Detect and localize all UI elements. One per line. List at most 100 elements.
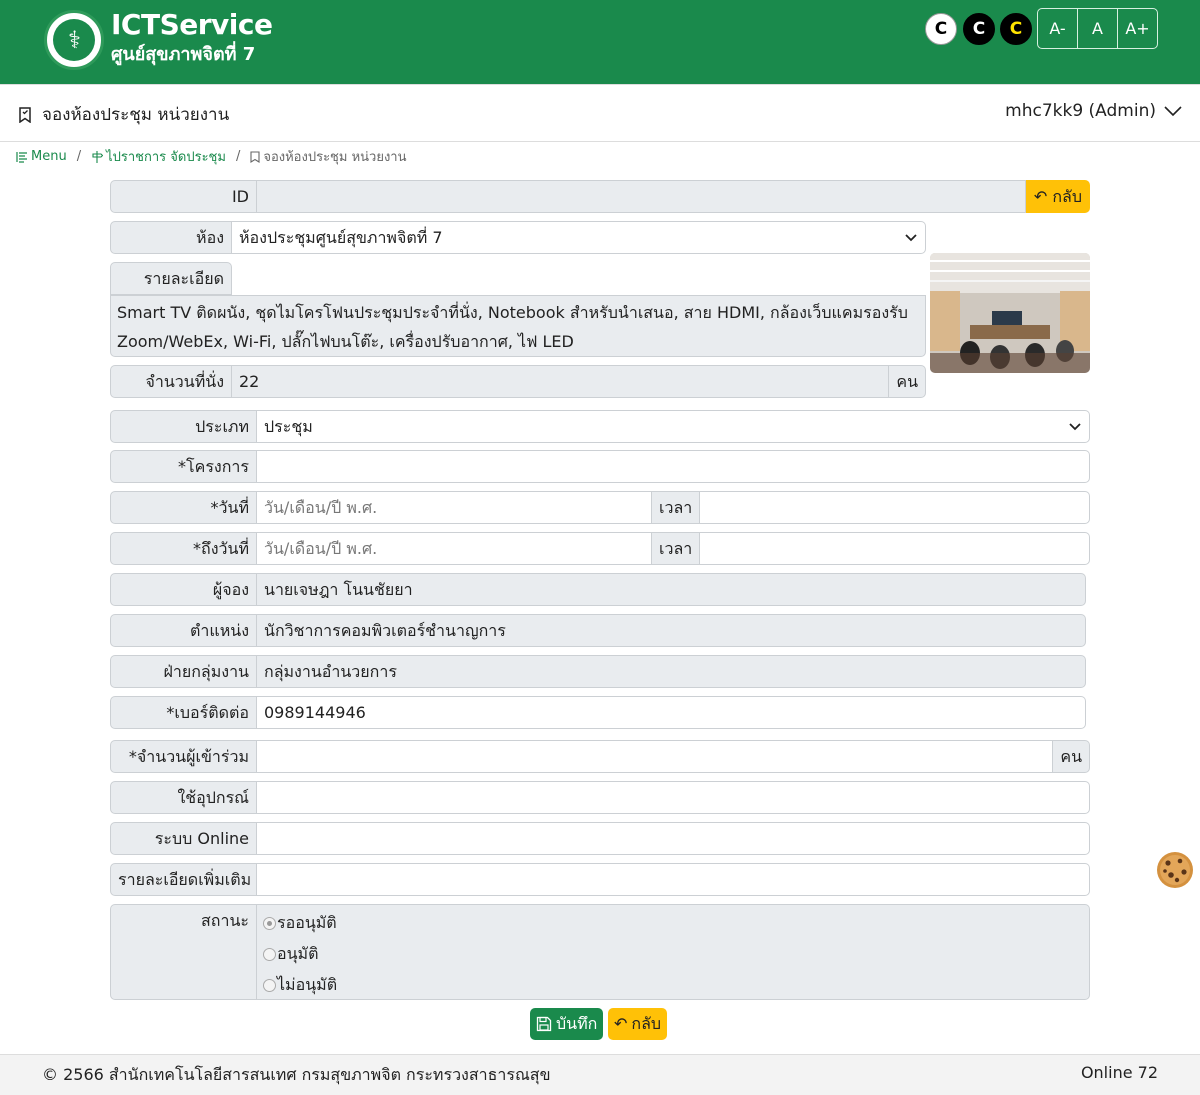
room-row: ห้อง ห้องประชุมศูนย์สุขภาพจิตที่ 7 [110,221,926,254]
chevron-down-icon [1164,106,1182,117]
division-field: กลุ่มงานอำนวยการ [257,655,1086,688]
position-label: ตำแหน่ง [110,614,257,647]
breadcrumb-current: จองห้องประชุม หน่วยงาน [250,146,407,167]
phone-label: *เบอร์ติดต่อ [110,696,257,729]
cookie-icon[interactable] [1155,851,1195,889]
online-row: ระบบ Online [110,822,1090,855]
online-count: Online 72 [1080,1063,1158,1082]
position-field: นักวิชาการคอมพิวเตอร์ชำนาญการ [257,614,1086,647]
status-option-rejected[interactable]: ไม่อนุมัติ [263,970,1083,1001]
status-label: สถานะ [110,904,257,1000]
contrast-dark-button[interactable]: C [963,13,995,45]
brand: ICTService ศูนย์สุขภาพจิตที่ 7 [111,8,273,68]
more-detail-label: รายละเอียดเพิ่มเติม [110,863,257,896]
contrast-normal-button[interactable]: C [925,13,957,45]
page-title: จองห้องประชุม หน่วยงาน [18,101,229,128]
save-button[interactable]: บันทึก [530,1008,604,1040]
project-row: *โครงการ [110,450,1090,483]
booker-row: ผู้จอง นายเจษฎา โนนชัยยา [110,573,1086,606]
date-from-input[interactable]: วัน/เดือน/ปี พ.ศ. [257,491,652,524]
more-detail-input[interactable] [257,863,1090,896]
reply-icon: ↶ [614,1014,628,1033]
seats-label: จำนวนที่นั่ง [110,365,232,398]
breadcrumb-agenda[interactable]: ไปราชการ จัดประชุม [91,146,226,167]
attendees-unit: คน [1053,740,1090,773]
time-from-input[interactable] [700,491,1090,524]
reply-icon: ↶ [1033,187,1048,206]
app-title: ICTService [111,8,273,41]
project-input[interactable] [257,450,1090,483]
page-title-text: จองห้องประชุม หน่วยงาน [42,105,230,125]
type-select-value: ประชุม [264,417,313,436]
top-header: ⚕ ICTService ศูนย์สุขภาพจิตที่ 7 C C C A… [0,0,1200,84]
room-label: ห้อง [110,221,232,254]
attendees-row: *จำนวนผู้เข้าร่วม คน [110,740,1090,773]
signpost-icon [92,150,104,163]
font-normal-button[interactable]: A [1078,9,1118,48]
phone-row: *เบอร์ติดต่อ 0989144946 [110,696,1086,729]
id-field [257,180,1026,213]
bookmark-icon [250,150,260,163]
type-row: ประเภท ประชุม [110,410,1090,443]
equipment-row: ใช้อุปกรณ์ [110,781,1090,814]
font-decrease-button[interactable]: A- [1038,9,1078,48]
online-input[interactable] [257,822,1090,855]
status-group: สถานะ รออนุมัติ อนุมัติ ไม่อนุมัติ [110,904,1090,1000]
equipment-label: ใช้อุปกรณ์ [110,781,257,814]
back-button[interactable]: ↶ กลับ [608,1008,668,1040]
font-increase-button[interactable]: A+ [1118,9,1157,48]
room-select-value: ห้องประชุมศูนย์สุขภาพจิตที่ 7 [239,228,443,247]
online-label: ระบบ Online [110,822,257,855]
font-size-group: A- A A+ [1037,8,1158,49]
id-row: ID ↶ กลับ [110,180,1090,213]
breadcrumb: Menu / ไปราชการ จัดประชุม / จองห้องประชุ… [16,146,407,167]
copyright-text: © 2566 สำนักเทคโนโลยีสารสนเทศ กรมสุขภาพจ… [42,1065,551,1084]
attendees-input[interactable] [257,740,1054,773]
bookmark-icon [19,106,31,123]
id-label: ID [110,180,257,213]
radio-unchecked[interactable] [263,979,276,992]
status-option-approved[interactable]: อนุมัติ [263,939,1083,970]
app-subtitle: ศูนย์สุขภาพจิตที่ 7 [111,44,256,65]
breadcrumb-menu[interactable]: Menu [16,149,67,164]
room-select[interactable]: ห้องประชุมศูนย์สุขภาพจิตที่ 7 [232,221,926,254]
user-menu[interactable]: mhc7kk9 (Admin) [1005,101,1182,121]
chevron-down-icon [1069,422,1081,430]
type-label: ประเภท [110,410,257,443]
radio-checked[interactable] [263,917,276,930]
detail-label: รายละเอียด [110,262,232,295]
detail-text: Smart TV ติดผนัง, ชุดไมโครโฟนประชุมประจำ… [110,295,926,357]
time-to-label: เวลา [652,532,701,565]
chevron-down-icon [905,233,917,241]
attendees-label: *จำนวนผู้เข้าร่วม [110,740,257,773]
division-label: ฝ่ายกลุ่มงาน [110,655,257,688]
date-to-label: *ถึงวันที่ [110,532,257,565]
project-label: *โครงการ [110,450,257,483]
title-bar: จองห้องประชุม หน่วยงาน mhc7kk9 (Admin) [0,84,1200,142]
more-detail-row: รายละเอียดเพิ่มเติม [110,863,1090,896]
booker-label: ผู้จอง [110,573,257,606]
user-name: mhc7kk9 (Admin) [1005,101,1156,121]
footer: © 2566 สำนักเทคโนโลยีสารสนเทศ กรมสุขภาพจ… [0,1054,1200,1095]
room-photo [930,253,1090,373]
booker-field: นายเจษฎา โนนชัยยา [257,573,1086,606]
seats-unit: คน [889,365,926,398]
date-from-label: *วันที่ [110,491,257,524]
back-top-button[interactable]: ↶ กลับ [1025,180,1090,213]
phone-input[interactable]: 0989144946 [257,696,1086,729]
time-to-input[interactable] [700,532,1090,565]
radio-unchecked[interactable] [263,948,276,961]
ministry-logo: ⚕ [44,10,104,70]
save-icon [536,1016,552,1032]
division-row: ฝ่ายกลุ่มงาน กลุ่มงานอำนวยการ [110,655,1086,688]
type-select[interactable]: ประชุม [257,410,1090,443]
date-to-row: *ถึงวันที่ วัน/เดือน/ปี พ.ศ. เวลา [110,532,1090,565]
status-option-pending[interactable]: รออนุมัติ [263,908,1083,939]
status-options: รออนุมัติ อนุมัติ ไม่อนุมัติ [257,904,1090,1000]
date-to-input[interactable]: วัน/เดือน/ปี พ.ศ. [257,532,652,565]
position-row: ตำแหน่ง นักวิชาการคอมพิวเตอร์ชำนาญการ [110,614,1086,647]
contrast-yellow-button[interactable]: C [1000,13,1032,45]
equipment-input[interactable] [257,781,1090,814]
list-icon [16,151,27,163]
time-from-label: เวลา [652,491,701,524]
